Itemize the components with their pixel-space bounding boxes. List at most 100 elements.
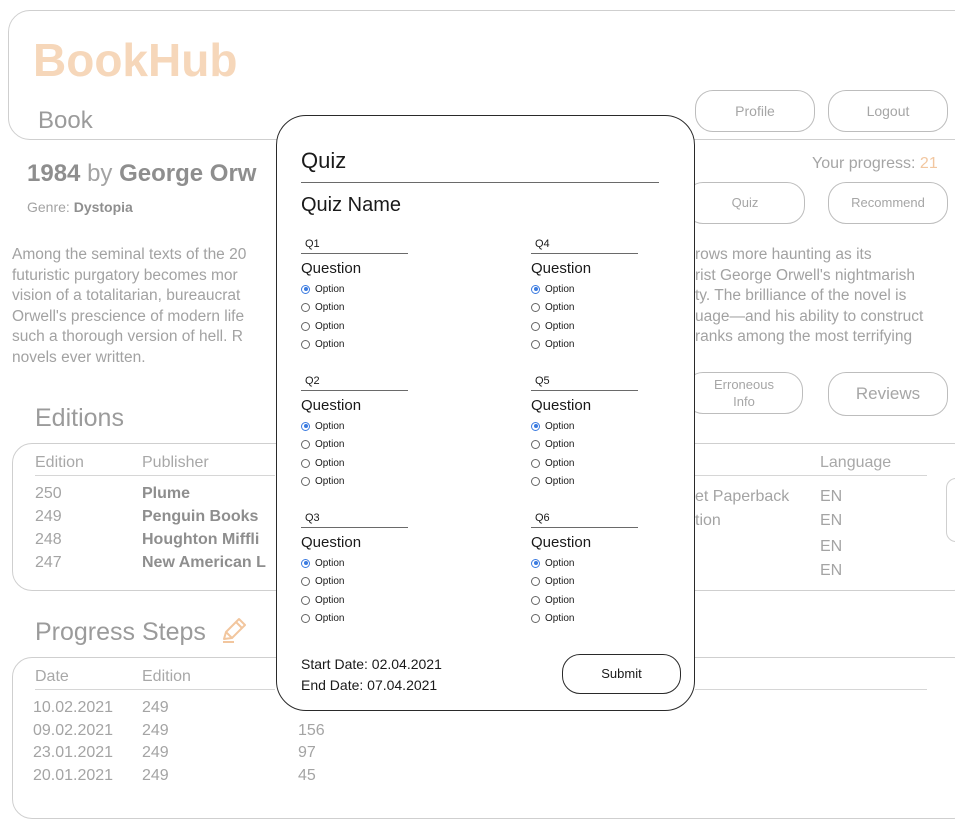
radio-selected-icon[interactable] — [301, 558, 310, 568]
option-label: Option — [545, 339, 575, 351]
answer-option[interactable]: Option — [531, 299, 641, 318]
answer-option[interactable]: Option — [301, 417, 411, 436]
option-label: Option — [545, 457, 575, 469]
answer-option[interactable]: Option — [531, 573, 641, 592]
radio-empty-icon[interactable] — [301, 321, 310, 331]
book-genre: Genre: Dystopia — [27, 199, 133, 215]
radio-selected-icon[interactable] — [531, 284, 540, 294]
radio-empty-icon[interactable] — [301, 440, 310, 450]
progress-pages: 156 — [298, 722, 325, 739]
radio-empty-icon[interactable] — [301, 614, 310, 624]
editions-scroll-handle[interactable] — [946, 478, 955, 542]
radio-selected-icon[interactable] — [531, 558, 540, 568]
radio-empty-icon[interactable] — [531, 340, 540, 350]
radio-selected-icon[interactable] — [301, 421, 310, 431]
profile-button[interactable]: Profile — [695, 90, 815, 132]
answer-option[interactable]: Option — [531, 436, 641, 455]
radio-empty-icon[interactable] — [531, 477, 540, 487]
answer-option[interactable]: Option — [531, 554, 641, 573]
edition-number: 249 — [35, 508, 62, 525]
submit-button[interactable]: Submit — [562, 654, 681, 694]
answer-option[interactable]: Option — [531, 610, 641, 629]
question-text: Question — [531, 534, 592, 551]
option-label: Option — [315, 439, 345, 451]
radio-empty-icon[interactable] — [301, 477, 310, 487]
answer-option[interactable]: Option — [301, 473, 411, 492]
radio-empty-icon[interactable] — [531, 440, 540, 450]
option-label: Option — [315, 320, 345, 332]
answer-option[interactable]: Option — [301, 336, 411, 355]
answer-option[interactable]: Option — [301, 299, 411, 318]
progress-date: 23.01.2021 — [33, 744, 114, 761]
radio-empty-icon[interactable] — [531, 595, 540, 605]
book-author[interactable]: George Orw — [119, 160, 256, 187]
genre-label: Genre: — [27, 199, 70, 215]
question-number: Q3 — [305, 512, 320, 524]
progress-date: 09.02.2021 — [33, 722, 114, 739]
question-block: Q6 Question Option Option Option Option — [531, 512, 641, 628]
option-label: Option — [545, 613, 575, 625]
editions-header-edition: Edition — [35, 454, 84, 471]
erroneous-info-button[interactable]: Erroneous Info — [685, 372, 803, 414]
edition-publisher[interactable]: Plume — [142, 485, 190, 503]
radio-empty-icon[interactable] — [301, 595, 310, 605]
answer-option[interactable]: Option — [301, 591, 411, 610]
answer-option[interactable]: Option — [531, 317, 641, 336]
answer-option[interactable]: Option — [531, 280, 641, 299]
option-label: Option — [545, 476, 575, 488]
progress-edition: 249 — [142, 722, 169, 739]
edition-publisher[interactable]: Penguin Books — [142, 508, 258, 526]
progress-header-rule — [35, 689, 275, 690]
radio-empty-icon[interactable] — [301, 340, 310, 350]
edition-publisher[interactable]: New American L — [142, 554, 266, 572]
answer-option[interactable]: Option — [531, 336, 641, 355]
edition-publisher[interactable]: Houghton Miffli — [142, 531, 259, 549]
editions-header-rule — [35, 475, 275, 476]
answer-option[interactable]: Option — [531, 473, 641, 492]
description-line: ty. The brilliance of the novel is — [695, 287, 907, 304]
description-line: uage—and his ability to construct — [695, 307, 924, 325]
radio-empty-icon[interactable] — [531, 321, 540, 331]
progress-pages: 97 — [298, 744, 316, 761]
radio-empty-icon[interactable] — [301, 458, 310, 468]
radio-empty-icon[interactable] — [301, 303, 310, 313]
answer-option[interactable]: Option — [301, 573, 411, 592]
answer-option[interactable]: Option — [531, 591, 641, 610]
edition-number: 250 — [35, 485, 62, 502]
radio-empty-icon[interactable] — [531, 303, 540, 313]
answer-option[interactable]: Option — [301, 454, 411, 473]
radio-selected-icon[interactable] — [531, 421, 540, 431]
radio-selected-icon[interactable] — [301, 284, 310, 294]
pencil-icon[interactable] — [218, 614, 250, 646]
quiz-button[interactable]: Quiz — [685, 182, 805, 224]
question-block: Q3 Question Option Option Option Option — [301, 512, 411, 628]
answer-option[interactable]: Option — [301, 317, 411, 336]
question-rule — [301, 527, 408, 528]
progress-edition: 249 — [142, 699, 169, 716]
book-by: by — [87, 160, 113, 187]
answer-option[interactable]: Option — [301, 280, 411, 299]
radio-empty-icon[interactable] — [301, 577, 310, 587]
reviews-button[interactable]: Reviews — [828, 372, 948, 416]
progress-edition: 249 — [142, 744, 169, 761]
logout-button[interactable]: Logout — [828, 90, 948, 132]
answer-option[interactable]: Option — [301, 610, 411, 629]
option-label: Option — [545, 420, 575, 432]
question-rule — [301, 253, 408, 254]
edition-language: EN — [820, 562, 843, 579]
question-rule — [301, 390, 408, 391]
answer-option[interactable]: Option — [301, 436, 411, 455]
answer-option[interactable]: Option — [301, 554, 411, 573]
description-line: futuristic purgatory becomes mor — [12, 266, 238, 284]
radio-empty-icon[interactable] — [531, 614, 540, 624]
brand-logo[interactable]: BookHub — [33, 33, 237, 87]
radio-empty-icon[interactable] — [531, 577, 540, 587]
answer-option[interactable]: Option — [531, 454, 641, 473]
quiz-name: Quiz Name — [301, 194, 402, 216]
answer-option[interactable]: Option — [531, 417, 641, 436]
modal-title-rule — [301, 182, 659, 183]
progress-pages: 45 — [298, 767, 316, 784]
page-subtitle: Book — [38, 107, 93, 134]
recommend-button[interactable]: Recommend — [828, 182, 948, 224]
radio-empty-icon[interactable] — [531, 458, 540, 468]
